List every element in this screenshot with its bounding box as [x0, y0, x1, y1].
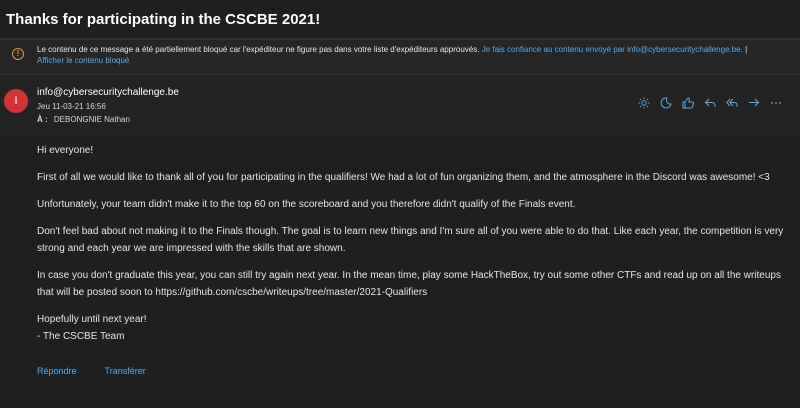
signature: Hopefully until next year! - The CSCBE T… [37, 311, 788, 345]
paragraph-result: Unfortunately, your team didn't make it … [37, 199, 576, 210]
recipient-name[interactable]: DEBONGNIE Nathan [54, 115, 130, 124]
paragraph-next-steps: In case you don't graduate this year, yo… [37, 270, 781, 298]
signature-line-1: Hopefully until next year! [37, 314, 147, 325]
subject-bar: Thanks for participating in the CSCBE 20… [0, 0, 800, 39]
greeting: Hi everyone! [37, 145, 94, 156]
signature-line-2: - The CSCBE Team [37, 331, 125, 342]
paragraph-encouragement: Don't feel bad about not making it to th… [37, 226, 784, 254]
info-circle-icon: ! [12, 48, 24, 60]
message-date: Jeu 11-03-21 16:56 [37, 102, 106, 111]
reply-icon[interactable] [702, 95, 718, 111]
warning-text: Le contenu de ce message a été partielle… [37, 45, 480, 54]
message-body: Hi everyone! First of all we would like … [0, 135, 800, 342]
thumbs-up-icon[interactable] [680, 95, 696, 111]
moon-icon[interactable] [658, 95, 674, 111]
reply-link[interactable]: Répondre [37, 366, 77, 376]
show-blocked-content-link[interactable]: Afficher le contenu bloqué [37, 56, 129, 65]
separator: | [745, 45, 748, 54]
message-header: I info@cybersecuritychallenge.be Jeu 11-… [0, 75, 800, 135]
trust-sender-link[interactable]: Je fais confiance au contenu envoyé par … [482, 45, 743, 54]
email-subject: Thanks for participating in the CSCBE 20… [6, 10, 321, 28]
sun-icon[interactable] [636, 95, 652, 111]
forward-icon[interactable] [746, 95, 762, 111]
avatar[interactable]: I [4, 89, 28, 113]
to-label: À : [37, 115, 48, 124]
forward-link[interactable]: Transférer [105, 366, 146, 376]
sender-address[interactable]: info@cybersecuritychallenge.be [37, 87, 179, 98]
paragraph-thanks: First of all we would like to thank all … [37, 172, 770, 183]
more-icon[interactable] [768, 95, 784, 111]
message-actions [636, 95, 784, 111]
blocked-content-banner: ! Le contenu de ce message a été partiel… [0, 39, 800, 75]
recipient-line: À : DEBONGNIE Nathan [37, 115, 130, 124]
reply-all-icon[interactable] [724, 95, 740, 111]
reply-footer: Répondre Transférer [37, 366, 146, 376]
